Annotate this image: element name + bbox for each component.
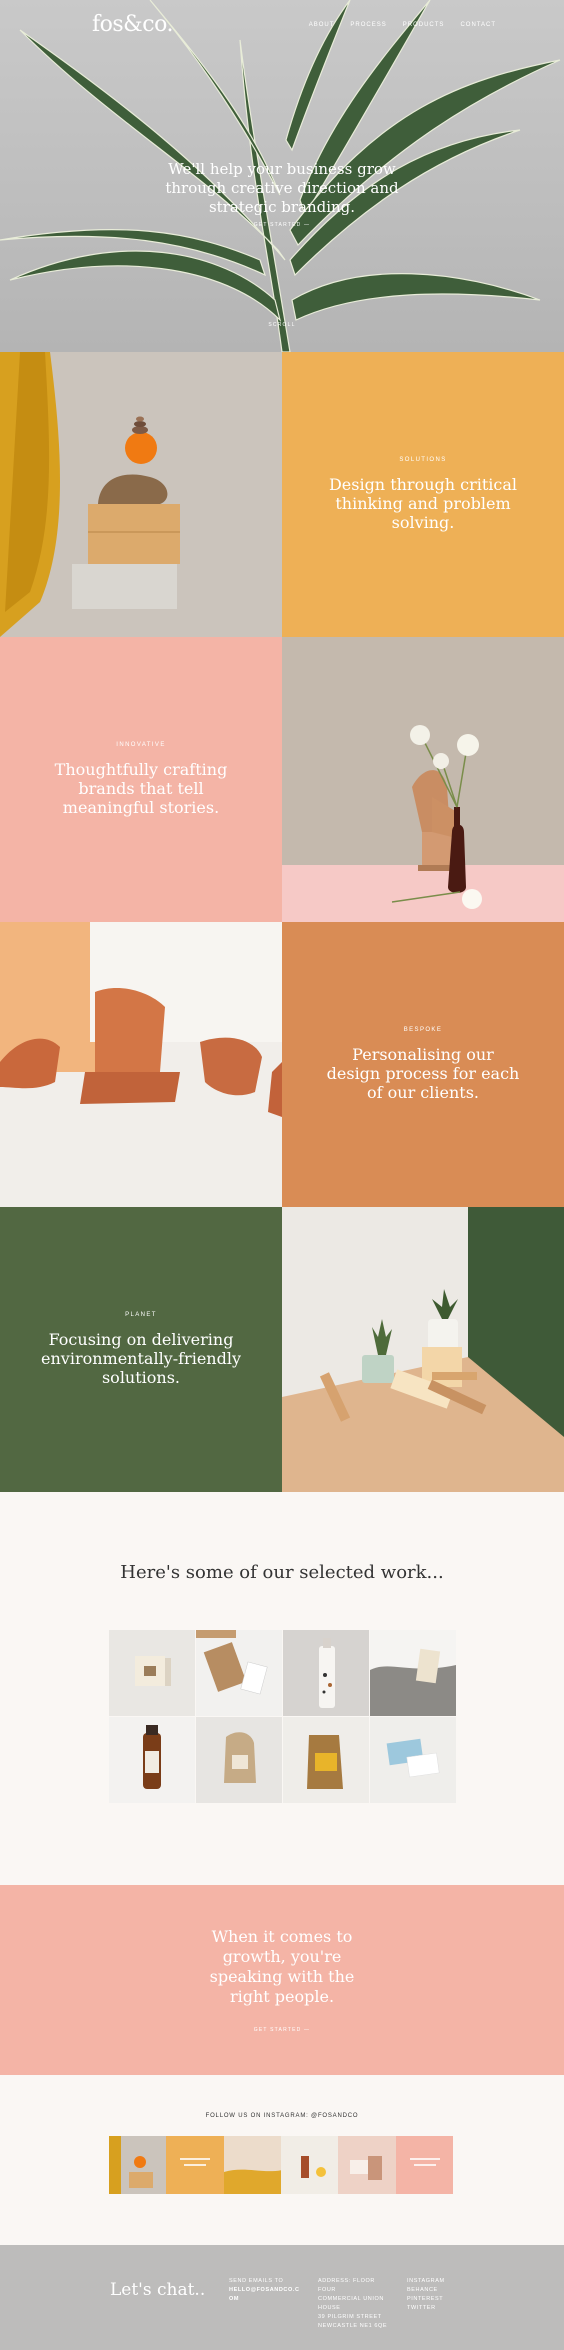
nav-item-contact[interactable]: CONTACT (460, 22, 496, 28)
instagram-post[interactable] (395, 2136, 453, 2194)
cta-section: When it comes to growth, you're speaking… (0, 1885, 564, 2075)
section-kicker: INNOVATIVE (116, 742, 166, 748)
balanced-stones-image (0, 352, 282, 637)
work-thumbnail[interactable] (283, 1630, 369, 1716)
instagram-post[interactable] (280, 2136, 339, 2194)
innovative-panel: INNOVATIVE Thoughtfully crafting brands … (0, 637, 282, 922)
section-kicker: BESPOKE (403, 1027, 443, 1033)
flowers-vase-image (282, 637, 564, 922)
cacti-blocks-image (282, 1207, 564, 1492)
instagram-section: FOLLOW US ON INSTAGRAM: @FOSANDCO (0, 2075, 564, 2245)
footer-social-column: INSTAGRAM BEHANCE PINTEREST TWITTER (407, 2277, 445, 2313)
hero-title: We'll help your business grow through cr… (0, 160, 564, 217)
work-thumbnail[interactable] (196, 1717, 282, 1803)
nav-item-products[interactable]: PRODUCTS (403, 22, 445, 28)
hero-title-line: We'll help your business grow (168, 160, 396, 178)
instagram-post[interactable] (109, 2136, 167, 2194)
email-label: SEND EMAILS TO (229, 2278, 284, 2284)
work-thumbnail[interactable] (370, 1630, 456, 1716)
feature-grid: SOLUTIONS Design through critical thinki… (0, 352, 564, 1492)
section-kicker: SOLUTIONS (399, 457, 447, 463)
section-kicker: PLANET (125, 1312, 157, 1318)
instagram-post[interactable] (166, 2136, 224, 2194)
social-link-pinterest[interactable]: PINTEREST (407, 2295, 445, 2304)
section-title: Focusing on delivering environmentally-f… (41, 1330, 241, 1387)
address-line: NEWCASTLE NE1 6QE (318, 2323, 388, 2329)
planet-panel: PLANET Focusing on delivering environmen… (0, 1207, 282, 1492)
section-heading: Here's some of our selected work... (120, 1562, 444, 1583)
instagram-heading[interactable]: FOLLOW US ON INSTAGRAM: @FOSANDCO (0, 2113, 564, 2119)
scroll-link[interactable]: SCROLL (0, 322, 564, 328)
logo[interactable]: fos&co. (92, 12, 173, 37)
address-line: FOUR (318, 2287, 336, 2293)
footer-email-column: SEND EMAILS TO HELLO@FOSANDCO.C OM (229, 2277, 300, 2304)
terracotta-clay-image (0, 922, 282, 1207)
instagram-feed (109, 2136, 453, 2194)
email-link[interactable]: HELLO@FOSANDCO.C (229, 2286, 300, 2295)
address-line: ADDRESS: FLOOR (318, 2278, 375, 2284)
footer: Let's chat.. SEND EMAILS TO HELLO@FOSAND… (0, 2245, 564, 2350)
section-title: Thoughtfully crafting brands that tell m… (54, 760, 228, 817)
address-line: COMMERCIAL UNION (318, 2296, 384, 2302)
instagram-post[interactable] (338, 2136, 396, 2194)
nav-item-process[interactable]: PROCESS (350, 22, 386, 28)
work-thumbnail[interactable] (109, 1630, 195, 1716)
instagram-post[interactable] (223, 2136, 281, 2194)
work-thumbnail[interactable] (370, 1717, 456, 1803)
section-title: Design through critical thinking and pro… (328, 475, 518, 532)
get-started-link[interactable]: GET STARTED — (0, 222, 564, 228)
work-thumbnail[interactable] (109, 1717, 195, 1803)
nav-item-about[interactable]: ABOUT (309, 22, 335, 28)
bespoke-panel: BESPOKE Personalising our design process… (282, 922, 564, 1207)
main-nav: ABOUT PROCESS PRODUCTS CONTACT (309, 22, 496, 28)
social-link-twitter[interactable]: TWITTER (407, 2304, 445, 2313)
social-link-instagram[interactable]: INSTAGRAM (407, 2277, 445, 2286)
work-thumbnail[interactable] (196, 1630, 282, 1716)
work-gallery (109, 1630, 456, 1803)
selected-work-section: Here's some of our selected work... (0, 1492, 564, 1885)
work-thumbnail[interactable] (283, 1717, 369, 1803)
address-line: HOUSE (318, 2305, 341, 2311)
cta-title-line: speaking with the (209, 1967, 355, 1986)
hero-title-line: strategic branding. (208, 198, 356, 216)
social-link-behance[interactable]: BEHANCE (407, 2286, 445, 2295)
solutions-panel: SOLUTIONS Design through critical thinki… (282, 352, 564, 637)
hero-title-line: through creative direction and (165, 179, 399, 197)
hero-section: fos&co. ABOUT PROCESS PRODUCTS CONTACT W… (0, 0, 564, 352)
cta-title-line: right people. (229, 1987, 335, 2006)
cta-title: When it comes to growth, you're speaking… (0, 1927, 564, 2007)
footer-address-column: ADDRESS: FLOOR FOUR COMMERCIAL UNION HOU… (318, 2277, 387, 2331)
cta-title-line: growth, you're (222, 1947, 342, 1966)
address-line: 39 PILGRIM STREET (318, 2314, 382, 2320)
cta-title-line: When it comes to (211, 1927, 353, 1946)
get-started-link[interactable]: GET STARTED — (0, 2027, 564, 2033)
email-link[interactable]: OM (229, 2295, 300, 2304)
lets-chat-heading: Let's chat.. (110, 2280, 206, 2300)
section-title: Personalising our design process for eac… (326, 1045, 520, 1102)
